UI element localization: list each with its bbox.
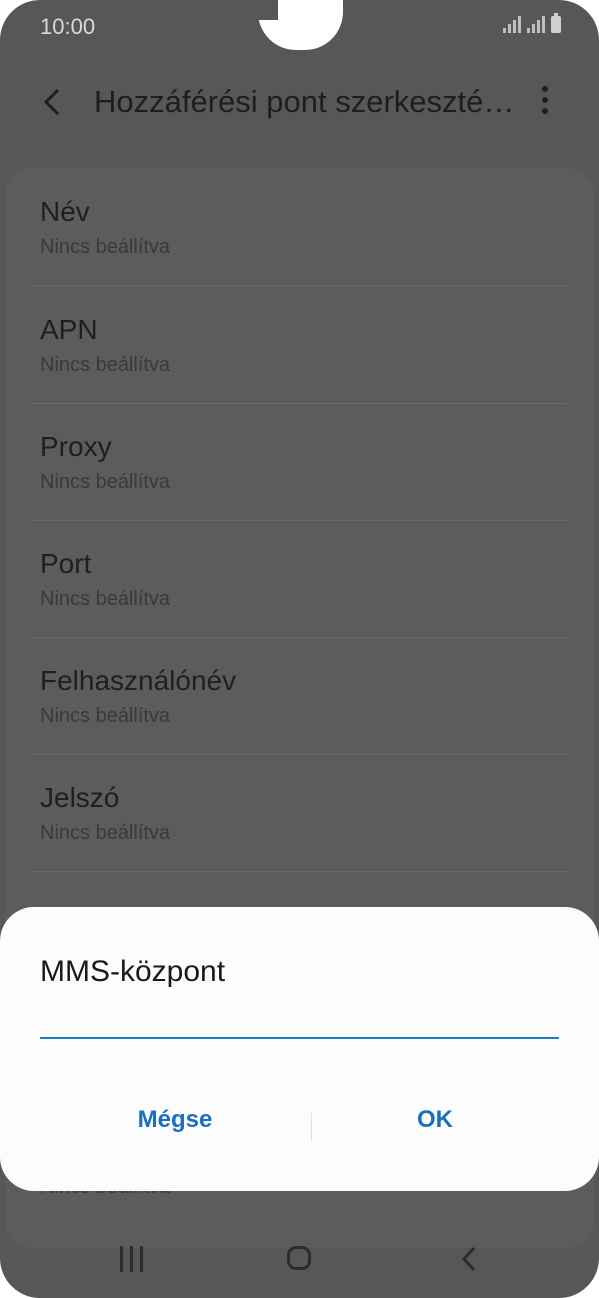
- divider: [32, 871, 567, 872]
- battery-icon: [551, 13, 561, 33]
- mms-center-input[interactable]: [40, 1015, 559, 1039]
- setting-label: Port: [40, 548, 92, 579]
- setting-label: Név: [40, 196, 90, 227]
- setting-label: APN: [40, 314, 98, 345]
- signal-icon-sim2: [527, 16, 545, 33]
- status-time: 10:00: [40, 14, 96, 39]
- setting-row-nev[interactable]: Név Nincs beállítva: [40, 168, 560, 285]
- phone-screen: 10:00 Hozzáférési pont szerkeszté… Név N…: [0, 0, 599, 1298]
- nav-back-icon[interactable]: [458, 1244, 480, 1274]
- setting-value: Nincs beállítva: [40, 588, 171, 610]
- setting-value: Nincs beállítva: [40, 471, 171, 493]
- signal-icon: [503, 16, 521, 33]
- mms-center-dialog: MMS-központ Mégse OK: [0, 907, 599, 1191]
- cancel-button[interactable]: Mégse: [60, 1097, 290, 1141]
- setting-label: Felhasználónév: [40, 665, 237, 696]
- ok-button[interactable]: OK: [320, 1097, 550, 1141]
- setting-label: Proxy: [40, 431, 112, 462]
- camera-notch: [258, 0, 343, 50]
- more-options-icon[interactable]: [532, 86, 558, 120]
- navigation-bar: [0, 1222, 599, 1298]
- setting-row-port[interactable]: Port Nincs beállítva: [40, 520, 560, 637]
- setting-value: Nincs beállítva: [40, 354, 171, 376]
- status-icons: [503, 13, 561, 33]
- app-header: Hozzáférési pont szerkeszté…: [0, 78, 599, 128]
- dialog-title: MMS-központ: [40, 955, 226, 988]
- setting-row-password[interactable]: Jelszó Nincs beállítva: [40, 754, 560, 871]
- button-divider: [311, 1113, 312, 1141]
- back-arrow-icon[interactable]: [38, 84, 68, 120]
- setting-row-username[interactable]: Felhasználónév Nincs beállítva: [40, 637, 560, 754]
- home-icon[interactable]: [287, 1246, 311, 1270]
- setting-value: Nincs beállítva: [40, 822, 171, 844]
- setting-label: Jelszó: [40, 782, 120, 813]
- setting-row-proxy[interactable]: Proxy Nincs beállítva: [40, 403, 560, 520]
- setting-value: Nincs beállítva: [40, 705, 171, 727]
- setting-value: Nincs beállítva: [40, 236, 171, 258]
- recent-apps-icon[interactable]: [120, 1246, 146, 1272]
- setting-row-apn[interactable]: APN Nincs beállítva: [40, 286, 560, 403]
- page-title: Hozzáférési pont szerkeszté…: [94, 84, 515, 119]
